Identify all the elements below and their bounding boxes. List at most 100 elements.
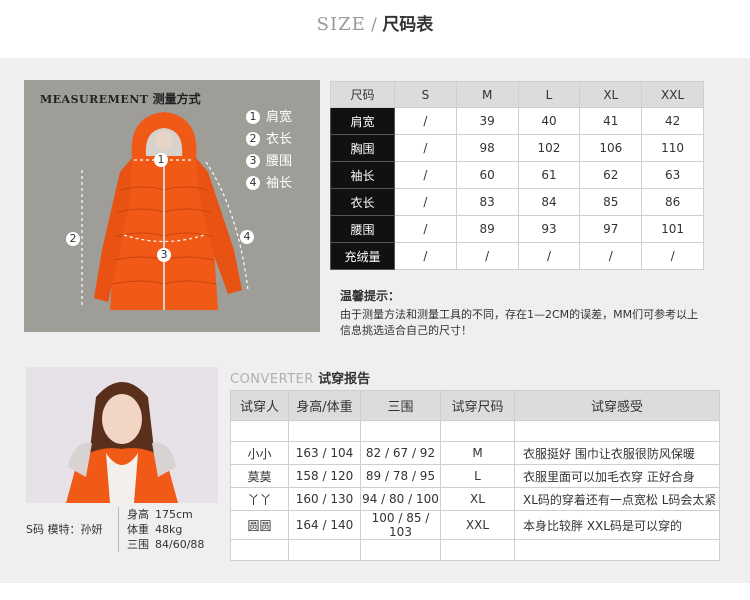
tester-bwh: 94 / 80 / 100 <box>360 487 441 511</box>
table-cell: 101 <box>641 215 704 243</box>
measurement-title-zh: 测量方式 <box>152 92 201 106</box>
stat-label: 体重 <box>127 523 149 536</box>
tester-hw: 164 / 140 <box>288 510 361 540</box>
legend-item-3: 3 腰围 <box>246 150 292 169</box>
size-header-xxl: XXL <box>641 81 704 108</box>
table-row: 肩宽 / 39 40 41 42 <box>330 107 704 135</box>
legend-label: 肩宽 <box>266 110 293 125</box>
converter-title-zh: 试穿报告 <box>318 372 371 387</box>
tester-name: 丫丫 <box>230 487 289 511</box>
table-cell: / <box>394 107 457 135</box>
row-header: 肩宽 <box>330 107 395 135</box>
tester-size: XL <box>440 487 515 511</box>
header-tester: 试穿人 <box>230 390 289 421</box>
header-size: 试穿尺码 <box>440 390 515 421</box>
table-row: 丫丫 160 / 130 94 / 80 / 100 XL XL码的穿着还有一点… <box>230 487 720 511</box>
size-header-s: S <box>394 81 457 108</box>
page-title: SIZE / 尺码表 <box>0 10 750 35</box>
table-cell: / <box>394 134 457 162</box>
table-row: 胸围 / 98 102 106 110 <box>330 134 704 162</box>
measurement-title-en: MEASUREMENT <box>40 93 149 106</box>
tester-feedback: 衣服挺好 围巾让衣服很防风保暖 <box>514 441 720 465</box>
table-cell: 39 <box>455 107 519 135</box>
converter-table: 试穿人 身高/体重 三围 试穿尺码 试穿感受 小小 163 / 104 82 /… <box>230 390 720 561</box>
tester-bwh: 100 / 85 / 103 <box>360 510 441 540</box>
table-cell: / <box>641 242 704 270</box>
table-row: 袖长 / 60 61 62 63 <box>330 161 704 189</box>
table-row-blank <box>230 539 720 561</box>
table-cell: 63 <box>641 161 704 189</box>
legend-number: 3 <box>246 154 260 168</box>
stat-label: 三围 <box>127 538 149 551</box>
header-height-weight: 身高/体重 <box>288 390 361 421</box>
table-cell: / <box>394 161 457 189</box>
tester-feedback: 本身比较胖 XXL码是可以穿的 <box>514 510 720 540</box>
table-cell: 62 <box>579 161 643 189</box>
table-cell: 106 <box>579 134 643 162</box>
tester-size: L <box>440 464 515 488</box>
table-row: 圆圆 164 / 140 100 / 85 / 103 XXL 本身比较胖 XX… <box>230 510 720 540</box>
table-cell: 97 <box>579 215 643 243</box>
table-cell: 86 <box>641 188 704 216</box>
table-cell: 89 <box>455 215 519 243</box>
title-slash: / <box>371 15 377 35</box>
tester-feedback: 衣服里面可以加毛衣穿 正好合身 <box>514 464 720 488</box>
tester-feedback: XL码的穿着还有一点宽松 L码会太紧 <box>514 487 720 511</box>
legend-label: 袖长 <box>266 176 293 191</box>
model-illustration <box>26 367 218 503</box>
stat-value: 48kg <box>155 523 183 536</box>
table-row-blank <box>230 420 720 442</box>
stat-value: 175cm <box>155 508 193 521</box>
table-cell: 98 <box>455 134 519 162</box>
marker-1: 1 <box>154 153 168 167</box>
table-cell: 93 <box>517 215 581 243</box>
tester-name: 小小 <box>230 441 289 465</box>
measurement-title: MEASUREMENT 测量方式 <box>40 90 201 107</box>
legend-number: 4 <box>246 176 260 190</box>
row-header: 充绒量 <box>330 242 395 270</box>
converter-title-en: CONVERTER <box>230 372 314 387</box>
row-header: 衣长 <box>330 188 395 216</box>
legend-item-2: 2 衣长 <box>246 128 292 147</box>
table-row: 莫莫 158 / 120 89 / 78 / 95 L 衣服里面可以加毛衣穿 正… <box>230 464 720 488</box>
title-size-en: SIZE <box>316 14 366 35</box>
legend-item-4: 4 袖长 <box>246 172 292 191</box>
tester-bwh: 89 / 78 / 95 <box>360 464 441 488</box>
title-size-zh: 尺码表 <box>382 15 434 35</box>
model-stats: 身高 175cm 体重 48kg 三围 84/60/88 <box>118 507 204 552</box>
stat-value: 84/60/88 <box>155 538 205 551</box>
table-cell: 60 <box>455 161 519 189</box>
table-cell: / <box>394 215 457 243</box>
table-cell: 41 <box>579 107 643 135</box>
tip-title: 温馨提示： <box>340 289 401 303</box>
table-cell: / <box>579 242 643 270</box>
stat-label: 身高 <box>127 508 149 521</box>
tester-hw: 163 / 104 <box>288 441 361 465</box>
model-stat: 身高 175cm <box>127 507 204 522</box>
header-feedback: 试穿感受 <box>514 390 720 421</box>
table-cell: 84 <box>517 188 581 216</box>
legend-number: 1 <box>246 110 260 124</box>
tester-bwh: 82 / 67 / 92 <box>360 441 441 465</box>
table-cell: 102 <box>517 134 581 162</box>
table-row: 衣长 / 83 84 85 86 <box>330 188 704 216</box>
tester-name: 圆圆 <box>230 510 289 540</box>
row-header: 胸围 <box>330 134 395 162</box>
converter-title: CONVERTER 试穿报告 <box>230 368 370 387</box>
legend-number: 2 <box>246 132 260 146</box>
tester-size: M <box>440 441 515 465</box>
tip-line: 由于测量方法和测量工具的不同，存在1—2CM的误差，MM们可参考以上 <box>340 308 699 321</box>
table-cell: 40 <box>517 107 581 135</box>
model-stat: 三围 84/60/88 <box>127 537 204 552</box>
legend-label: 腰围 <box>266 154 293 169</box>
legend-label: 衣长 <box>266 132 293 147</box>
size-table-corner: 尺码 <box>330 81 395 108</box>
tip-line: 信息挑选适合自己的尺寸！ <box>340 324 472 337</box>
table-cell: 61 <box>517 161 581 189</box>
marker-2: 2 <box>66 232 80 246</box>
header-measurements: 三围 <box>360 390 441 421</box>
size-table-header: 尺码 S M L XL XXL <box>330 81 704 108</box>
model-photo <box>26 367 218 503</box>
measurement-figure: MEASUREMENT 测量方式 1 肩宽 2 衣长 3 腰围 4 袖长 1 2 3 4 <box>24 80 320 332</box>
marker-3: 3 <box>157 248 171 262</box>
